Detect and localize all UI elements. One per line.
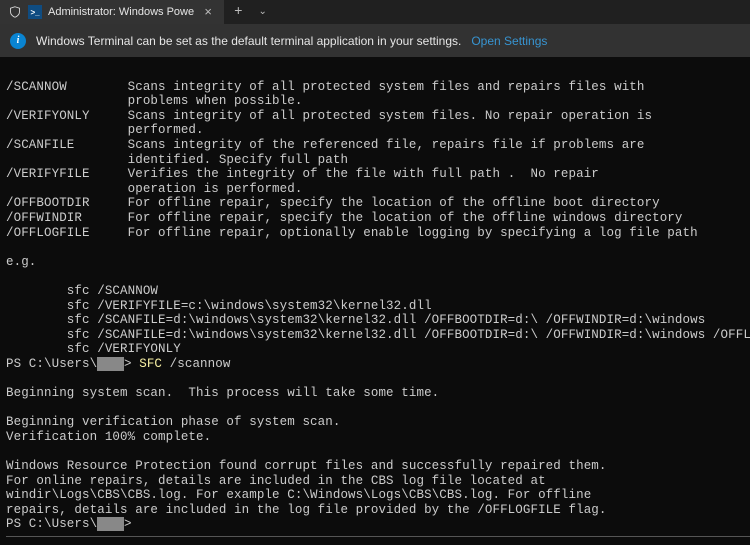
redacted-user: ---	[97, 357, 124, 371]
flag-row: /SCANNOW Scans integrity of all protecte…	[6, 80, 645, 94]
output-line: Beginning verification phase of system s…	[6, 415, 340, 429]
output-line: windir\Logs\CBS\CBS.log. For example C:\…	[6, 488, 591, 502]
open-settings-link[interactable]: Open Settings	[471, 34, 547, 48]
title-bar: >_ Administrator: Windows Powe × + ⌄	[0, 0, 750, 24]
close-tab-button[interactable]: ×	[200, 5, 216, 20]
command: SFC	[139, 357, 162, 371]
output-line: repairs, details are included in the log…	[6, 503, 607, 517]
redacted-user: ---	[97, 517, 124, 531]
powershell-icon: >_	[28, 5, 42, 19]
tab-title: Administrator: Windows Powe	[48, 6, 194, 18]
new-tab-button[interactable]: +	[224, 0, 252, 24]
flag-row: /SCANFILE Scans integrity of the referen…	[6, 138, 645, 152]
output-line: Windows Resource Protection found corrup…	[6, 459, 607, 473]
flag-row: /VERIFYFILE Verifies the integrity of th…	[6, 167, 599, 181]
flag-row: /OFFWINDIR For offline repair, specify t…	[6, 211, 683, 225]
tab-dropdown-button[interactable]: ⌄	[253, 0, 273, 24]
output-line: Beginning system scan. This process will…	[6, 386, 439, 400]
prompt: PS C:\Users\	[6, 357, 97, 371]
tab-powershell[interactable]: >_ Administrator: Windows Powe ×	[0, 0, 224, 24]
terminal-output[interactable]: /SCANNOW Scans integrity of all protecte…	[0, 57, 750, 545]
output-line: For online repairs, details are included…	[6, 474, 546, 488]
output-line: Verification 100% complete.	[6, 430, 211, 444]
info-message: Windows Terminal can be set as the defau…	[36, 34, 461, 48]
shield-icon	[8, 5, 22, 19]
prompt: PS C:\Users\	[6, 517, 97, 531]
info-bar: i Windows Terminal can be set as the def…	[0, 24, 750, 57]
flag-row: /VERIFYONLY Scans integrity of all prote…	[6, 109, 652, 123]
flag-row: /OFFLOGFILE For offline repair, optional…	[6, 226, 698, 240]
flag-row: /OFFBOOTDIR For offline repair, specify …	[6, 196, 660, 210]
info-icon: i	[10, 33, 26, 49]
